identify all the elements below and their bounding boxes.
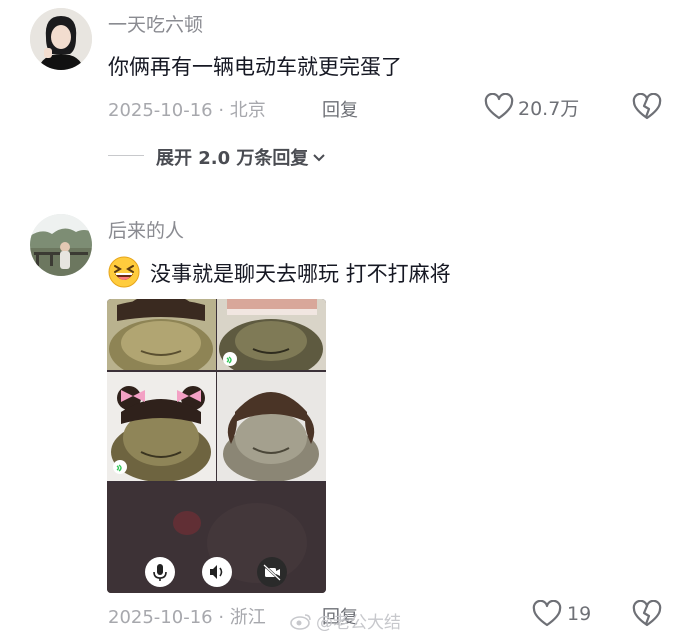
speaker-badge-icon (113, 460, 127, 474)
avatar[interactable] (30, 8, 92, 70)
speaker-icon[interactable] (202, 557, 232, 587)
grinning-squint-emoji (108, 256, 140, 288)
weibo-watermark: @老公大结 (290, 608, 401, 633)
like-button[interactable]: 20.7万 (484, 92, 580, 121)
frog-bangs-tile (107, 299, 216, 370)
divider-line (108, 155, 144, 156)
frog-pigtails-tile (217, 372, 326, 481)
comment-image-attachment[interactable] (107, 299, 326, 593)
camera-off-icon[interactable] (257, 557, 287, 587)
broken-heart-icon[interactable] (632, 92, 662, 121)
weibo-logo-icon (290, 612, 312, 630)
comment-text: 你俩再有一辆电动车就更完蛋了 (108, 55, 402, 79)
chevron-down-icon (312, 150, 326, 164)
comment-date-location: 2025-10-16 · 北京 (108, 100, 266, 121)
comment-username[interactable]: 后来的人 (108, 216, 184, 243)
microphone-icon[interactable] (145, 557, 175, 587)
reply-button[interactable]: 回复 (322, 96, 358, 122)
speaker-badge-icon (223, 352, 237, 366)
broken-heart-icon[interactable] (632, 599, 662, 628)
like-count: 19 (567, 603, 592, 625)
expand-replies-label: 展开 2.0 万条回复 (156, 148, 309, 169)
heart-icon (484, 92, 514, 121)
watermark-text: @老公大结 (316, 613, 401, 633)
frog-headband-tile (217, 299, 326, 370)
avatar[interactable] (30, 214, 92, 276)
like-button[interactable]: 19 (532, 599, 592, 628)
heart-icon (532, 599, 562, 628)
like-count: 20.7万 (518, 97, 580, 120)
expand-replies-button[interactable]: 展开 2.0 万条回复 (156, 144, 326, 170)
comment-text: 没事就是聊天去哪玩 打不打麻将 (150, 262, 451, 286)
comment-date-location: 2025-10-16 · 浙江 (108, 607, 266, 628)
comment-username[interactable]: 一天吃六顿 (108, 10, 203, 37)
frog-pink-bows-tile (107, 372, 216, 481)
